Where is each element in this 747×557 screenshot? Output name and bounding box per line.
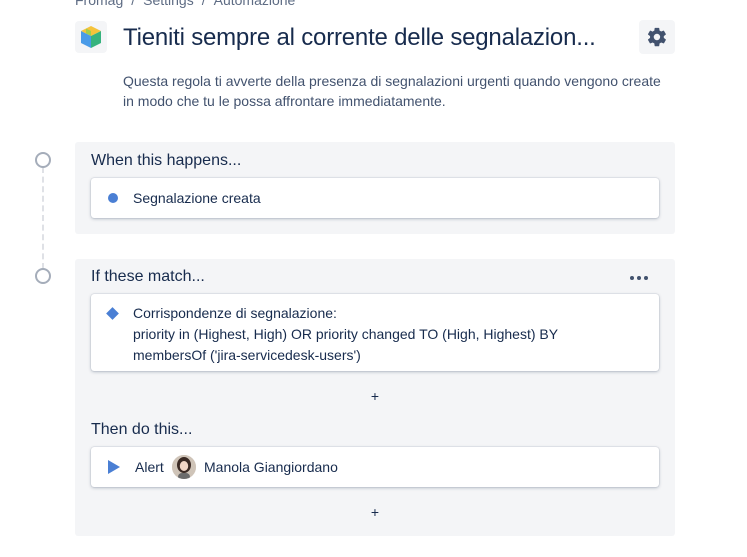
trigger-label: Segnalazione creata xyxy=(133,190,261,206)
diamond-icon xyxy=(106,307,119,320)
page-title: Tieniti sempre al corrente delle segnala… xyxy=(123,24,596,51)
breadcrumb-settings[interactable]: Settings xyxy=(143,0,194,8)
action-card[interactable]: Alert Manola Giangiordano xyxy=(91,447,659,487)
rule-description: Questa regola ti avverte della presenza … xyxy=(123,73,661,109)
condition-action-panel: If these match... Corrispondenze di segn… xyxy=(75,259,675,536)
timeline-connector xyxy=(42,167,44,269)
more-options-button[interactable] xyxy=(627,269,651,287)
trigger-panel: When this happens... Segnalazione creata xyxy=(75,142,675,234)
more-horizontal-icon xyxy=(630,276,634,280)
condition-jql-line2: membersOf ('jira-servicedesk-users') xyxy=(133,347,361,363)
breadcrumb-separator: / xyxy=(131,0,136,8)
timeline-node-trigger xyxy=(35,152,51,168)
jira-cube-icon xyxy=(75,21,107,53)
more-horizontal-icon xyxy=(644,276,648,280)
play-icon xyxy=(108,460,120,474)
avatar xyxy=(172,455,196,479)
condition-jql-line1: priority in (Highest, High) OR priority … xyxy=(133,326,559,342)
gear-icon xyxy=(647,27,666,47)
action-heading: Then do this... xyxy=(91,421,193,438)
breadcrumb: Fromag / Settings / Automazione xyxy=(75,0,295,8)
settings-button[interactable] xyxy=(639,20,675,54)
action-assignee: Manola Giangiordano xyxy=(204,459,338,475)
condition-card[interactable]: Corrispondenze di segnalazione: priority… xyxy=(91,294,659,371)
add-action-button[interactable]: + xyxy=(367,504,383,520)
condition-heading: If these match... xyxy=(91,268,205,285)
breadcrumb-automation[interactable]: Automazione xyxy=(214,0,296,8)
more-horizontal-icon xyxy=(637,276,641,280)
trigger-heading: When this happens... xyxy=(91,152,242,169)
timeline-node-condition xyxy=(35,268,51,284)
breadcrumb-project[interactable]: Fromag xyxy=(75,0,123,8)
breadcrumb-separator: / xyxy=(201,0,206,8)
action-type: Alert xyxy=(135,459,164,475)
condition-title: Corrispondenze di segnalazione: xyxy=(133,305,337,321)
trigger-card[interactable]: Segnalazione creata xyxy=(91,178,659,218)
dot-icon xyxy=(108,193,118,203)
add-condition-button[interactable]: + xyxy=(367,388,383,404)
